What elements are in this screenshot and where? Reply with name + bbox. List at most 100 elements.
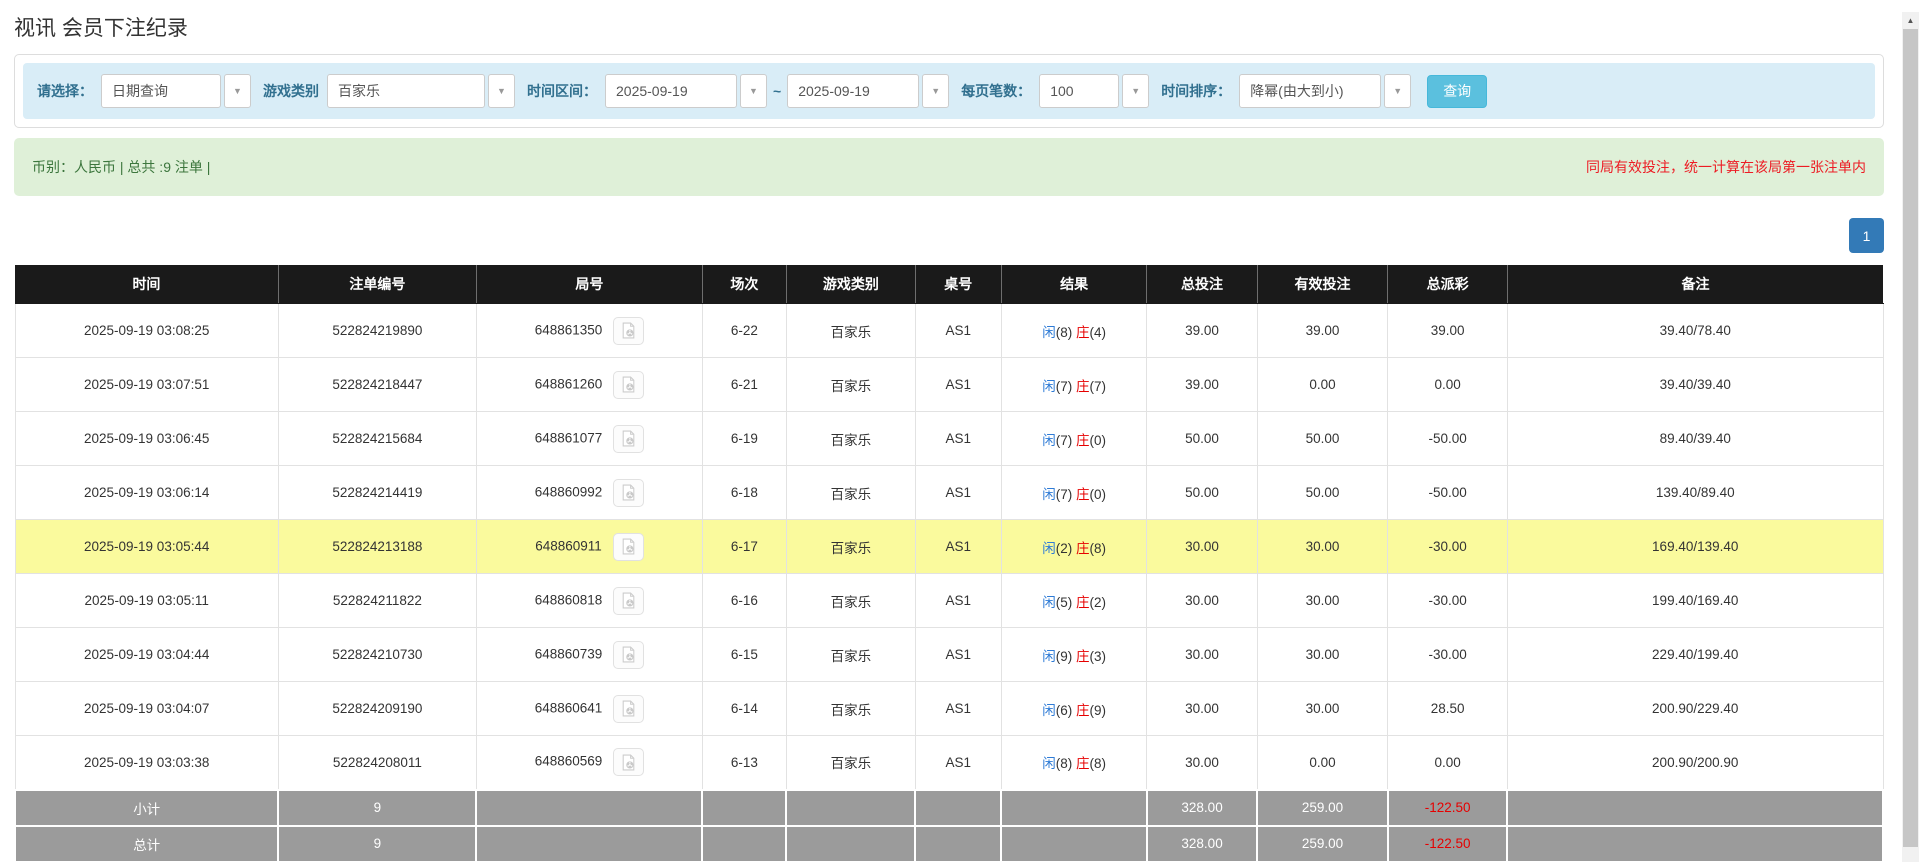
column-header-1: 注单编号 (278, 265, 477, 304)
player-result-value: (7) (1055, 378, 1073, 394)
banker-result-label: 庄 (1075, 540, 1090, 556)
note-cell: 139.40/89.40 (1506, 465, 1884, 520)
bet-time-cell: 2025-09-19 03:05:44 (14, 519, 279, 574)
session-cell: 6-16 (701, 573, 787, 628)
video-replay-icon[interactable] (613, 424, 645, 453)
total-bet-cell[interactable]: 39.00 (1146, 303, 1258, 358)
total-bet-cell[interactable]: 30.00 (1146, 627, 1258, 682)
total-bet-cell[interactable]: 30.00 (1146, 681, 1258, 736)
chevron-down-icon[interactable]: ▼ (922, 74, 950, 108)
round-id-cell: 648861350 (475, 303, 703, 358)
total-bet-cell[interactable]: 50.00 (1146, 411, 1258, 466)
player-result-value: (9) (1055, 648, 1073, 664)
video-replay-icon[interactable] (613, 316, 645, 345)
banker-result-value: (8) (1089, 756, 1106, 772)
banker-result-value: (0) (1089, 486, 1106, 502)
chevron-down-icon[interactable]: ▼ (1384, 74, 1412, 108)
table-row: 2025-09-19 03:08:25 522824219890 648861350… (14, 303, 1884, 358)
video-replay-icon[interactable] (612, 532, 644, 561)
scrollbar-thumb[interactable] (1903, 29, 1918, 847)
session-cell: 6-17 (701, 519, 787, 574)
note-cell: 89.40/39.40 (1506, 411, 1884, 466)
video-replay-icon[interactable] (613, 370, 645, 399)
game-type-cell: 百家乐 (785, 735, 916, 790)
note-cell: 169.40/139.40 (1506, 519, 1884, 574)
video-replay-icon[interactable] (613, 694, 645, 723)
banker-result-value: (4) (1089, 324, 1106, 340)
player-result-label: 闲 (1042, 540, 1056, 556)
video-replay-icon[interactable] (613, 640, 645, 669)
column-header-5: 桌号 (915, 265, 1002, 304)
table-row: 2025-09-19 03:07:51 522824218447 648861260… (14, 357, 1884, 412)
time-range-group: 时间区间： 2025-09-19 ▼ ~ 2025-09-19 ▼ (527, 74, 950, 108)
search-button[interactable]: 查询 (1427, 74, 1488, 108)
chevron-down-icon[interactable]: ▼ (224, 74, 251, 108)
total-bet-cell[interactable]: 39.00 (1146, 357, 1258, 412)
total-bet-cell[interactable]: 30.00 (1146, 573, 1258, 628)
table-number-cell: AS1 (914, 735, 1002, 790)
bet-time-cell: 2025-09-19 03:04:07 (14, 681, 279, 736)
table-row: 2025-09-19 03:06:45 522824215684 648861077… (14, 411, 1884, 466)
query-mode-value[interactable]: 日期查询 (101, 74, 221, 108)
player-result-value: (5) (1055, 594, 1073, 610)
page-title: 视讯 会员下注纪录 (14, 17, 188, 40)
column-header-10: 备注 (1507, 265, 1883, 304)
table-number-cell: AS1 (914, 465, 1002, 520)
banker-result-label: 庄 (1075, 378, 1090, 394)
page-1-button[interactable]: 1 (1849, 218, 1884, 253)
round-id-cell: 648861260 (475, 357, 703, 412)
date-to-picker[interactable]: 2025-09-19 ▼ (787, 74, 950, 108)
session-cell: 6-13 (701, 735, 787, 790)
payout-cell: -50.00 (1387, 465, 1508, 520)
game-type-value[interactable]: 百家乐 (327, 74, 485, 108)
total-bet-cell[interactable]: 30.00 (1146, 519, 1258, 574)
session-cell: 6-14 (701, 681, 787, 736)
date-to-value[interactable]: 2025-09-19 (787, 74, 920, 108)
payout-cell: -30.00 (1387, 627, 1508, 682)
result-cell: 闲(9) 庄(3) (1000, 627, 1148, 682)
time-sort-select[interactable]: 降幂(由大到小) ▼ (1239, 74, 1412, 108)
banker-result-label: 庄 (1075, 756, 1090, 772)
date-from-value[interactable]: 2025-09-19 (605, 74, 737, 108)
chevron-down-icon[interactable]: ▼ (1122, 74, 1150, 108)
player-result-value: (6) (1055, 702, 1073, 718)
page-size-value[interactable]: 100 (1039, 74, 1120, 108)
result-cell: 闲(5) 庄(2) (1000, 573, 1148, 628)
query-mode-select[interactable]: 日期查询 ▼ (101, 74, 251, 108)
total-bet-cell[interactable]: 30.00 (1146, 735, 1258, 790)
footer-cell-10 (1506, 824, 1884, 863)
banker-result-label: 庄 (1075, 702, 1090, 718)
video-replay-icon[interactable] (613, 748, 645, 777)
table-number-cell: AS1 (914, 411, 1002, 466)
video-replay-icon[interactable] (613, 586, 645, 615)
game-type-cell: 百家乐 (785, 519, 916, 574)
game-type-select[interactable]: 百家乐 ▼ (327, 74, 515, 108)
video-replay-icon[interactable] (613, 478, 645, 507)
banker-result-value: (3) (1089, 648, 1106, 664)
round-id-cell: 648860739 (475, 627, 703, 682)
note-cell: 200.90/229.40 (1506, 681, 1884, 736)
bet-id-cell: 522824213188 (277, 519, 477, 574)
total-bet-cell[interactable]: 50.00 (1146, 465, 1258, 520)
game-type-cell: 百家乐 (785, 411, 916, 466)
time-sort-value[interactable]: 降幂(由大到小) (1239, 74, 1382, 108)
valid-bet-cell: 50.00 (1256, 411, 1389, 466)
column-header-0: 时间 (15, 265, 279, 304)
chevron-down-icon[interactable]: ▼ (488, 74, 515, 108)
table-row: 2025-09-19 03:05:11 522824211822 648860818… (14, 573, 1884, 628)
scroll-up-arrow-icon[interactable]: ▲ (1902, 12, 1919, 29)
page-size-select[interactable]: 100 ▼ (1039, 74, 1150, 108)
vertical-scrollbar[interactable]: ▲ (1902, 12, 1919, 862)
date-from-picker[interactable]: 2025-09-19 ▼ (605, 74, 767, 108)
player-result-value: (2) (1055, 540, 1073, 556)
session-cell: 6-18 (701, 465, 787, 520)
round-id-text: 648861350 (534, 322, 603, 338)
result-cell: 闲(6) 庄(9) (1000, 681, 1148, 736)
player-result-label: 闲 (1042, 756, 1056, 772)
chevron-down-icon[interactable]: ▼ (740, 74, 767, 108)
game-type-label: 游戏类别 (263, 83, 319, 99)
valid-bet-cell: 30.00 (1256, 519, 1389, 574)
round-id-text: 648860739 (534, 646, 603, 662)
round-id-cell: 648861077 (475, 411, 703, 466)
bet-time-cell: 2025-09-19 03:07:51 (14, 357, 279, 412)
